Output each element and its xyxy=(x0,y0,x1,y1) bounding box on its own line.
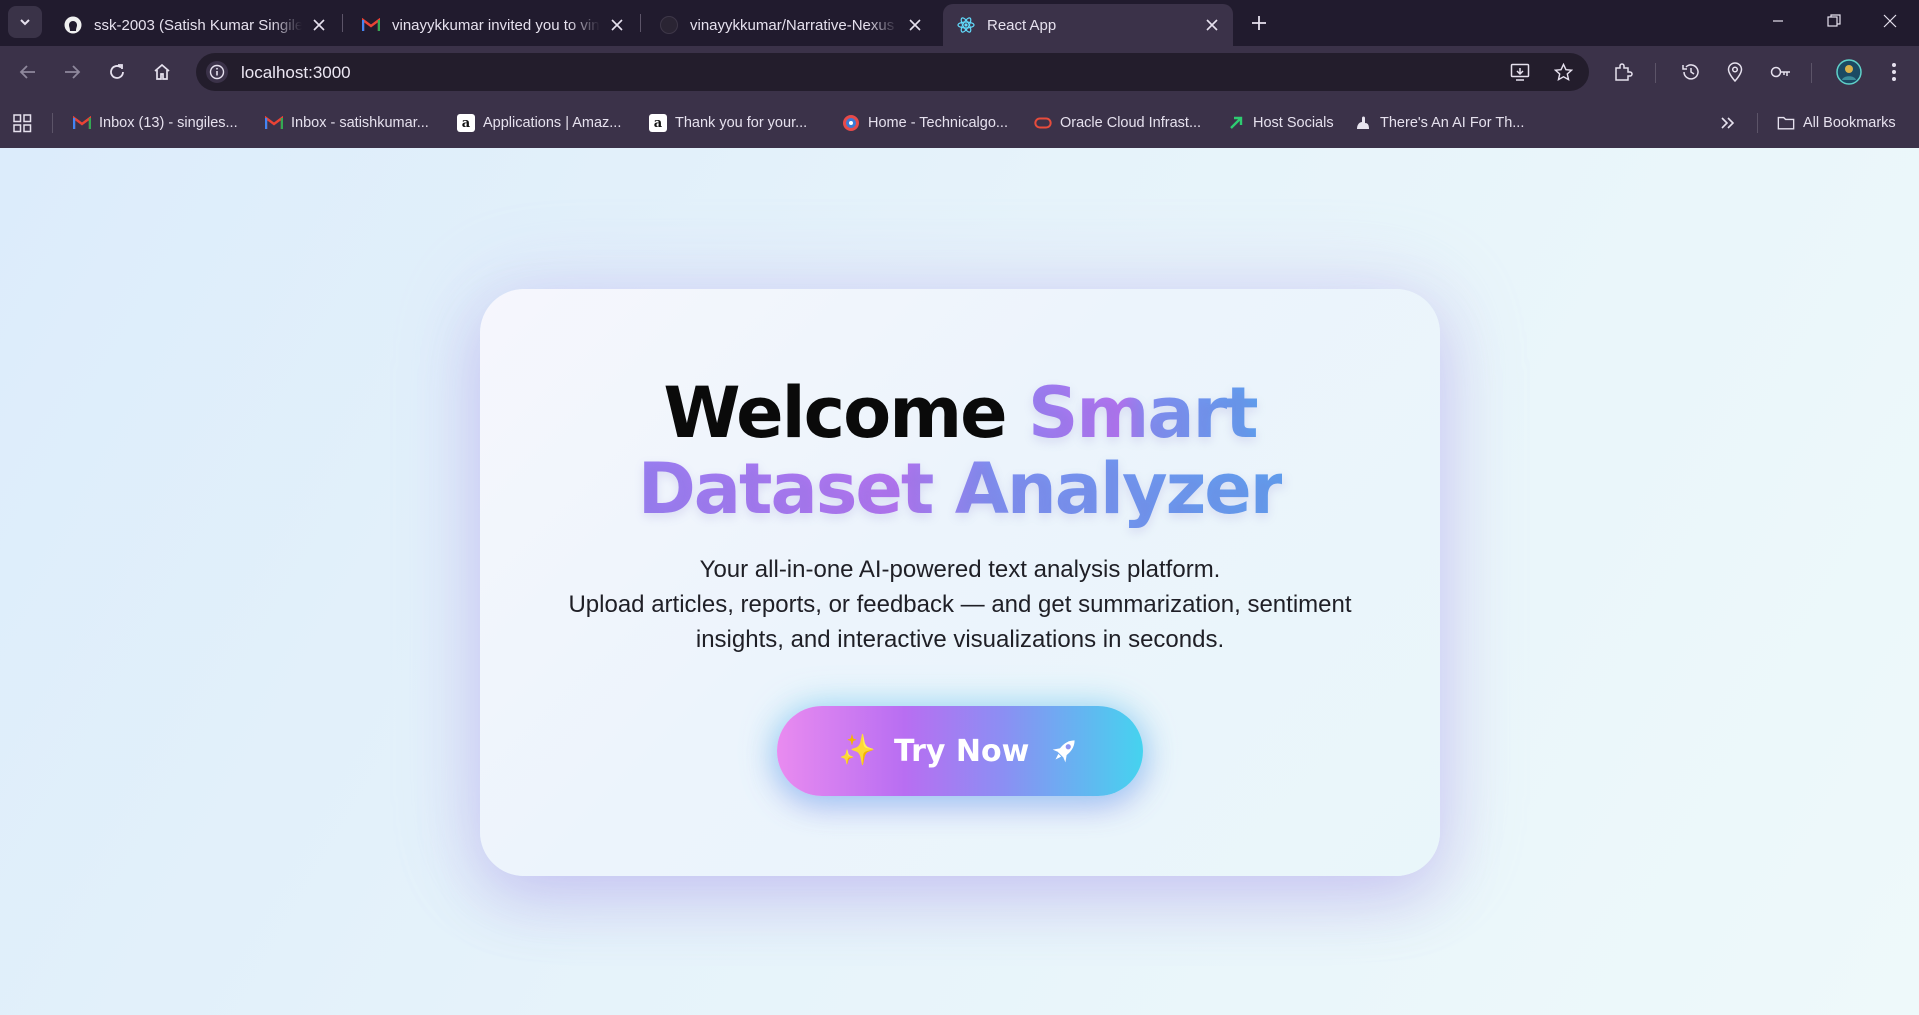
github-icon xyxy=(660,16,678,34)
gmail-icon xyxy=(265,114,283,132)
extensions-icon[interactable] xyxy=(1608,57,1638,87)
headline-smart: Smart xyxy=(1027,372,1259,454)
chevron-down-icon xyxy=(20,19,30,26)
back-button[interactable] xyxy=(13,57,43,87)
bookmark-divider xyxy=(1757,113,1758,133)
hero-headline: Welcome Smart Dataset Analyzer xyxy=(480,375,1440,527)
tab-divider xyxy=(342,14,343,32)
profile-avatar-icon[interactable] xyxy=(1834,57,1864,87)
forward-button[interactable] xyxy=(57,57,87,87)
tab-divider xyxy=(640,14,641,32)
tab-github-repo[interactable]: vinayykkumar/Narrative-Nexus xyxy=(646,4,936,46)
install-app-icon[interactable] xyxy=(1508,60,1532,84)
tab-react-app[interactable]: React App xyxy=(943,4,1233,46)
bookmark-inbox-satishkumar[interactable]: Inbox - satishkumar... xyxy=(265,111,429,135)
star-icon[interactable] xyxy=(1551,60,1575,84)
page-viewport: Welcome Smart Dataset Analyzer Your all-… xyxy=(0,148,1919,1015)
gmail-icon xyxy=(73,114,91,132)
folder-icon xyxy=(1777,114,1795,132)
technicalgo-icon xyxy=(842,114,860,132)
tab-title: React App xyxy=(987,16,1057,34)
subtitle-line-2: Upload articles, reports, or feedback — … xyxy=(568,591,1352,618)
reload-button[interactable] xyxy=(102,57,132,87)
tab-title: vinayykkumar/Narrative-Nexus xyxy=(690,16,895,34)
menu-kebab-icon[interactable] xyxy=(1879,57,1909,87)
apps-grid-button[interactable] xyxy=(13,111,32,135)
new-tab-button[interactable] xyxy=(1245,9,1273,37)
hostsocials-icon xyxy=(1227,114,1245,132)
restore-icon xyxy=(1827,14,1841,27)
close-icon[interactable] xyxy=(606,14,628,36)
password-key-icon[interactable] xyxy=(1766,57,1796,87)
bookmark-label: Oracle Cloud Infrast... xyxy=(1060,115,1202,131)
react-icon xyxy=(957,16,975,34)
bookmark-label: Thank you for your... xyxy=(675,115,808,131)
arrow-left-icon xyxy=(19,65,35,79)
try-now-button[interactable]: ✨ Try Now xyxy=(777,706,1143,796)
tab-gmail-invite[interactable]: vinayykkumar invited you to vin xyxy=(348,4,638,46)
close-icon[interactable] xyxy=(904,14,926,36)
tab-github-profile[interactable]: ssk-2003 (Satish Kumar Singiles xyxy=(50,4,340,46)
hero-subtitle: Your all-in-one AI-powered text analysis… xyxy=(520,552,1400,657)
all-bookmarks-label: All Bookmarks xyxy=(1803,115,1896,131)
tab-strip: ssk-2003 (Satish Kumar Singiles vinayykk… xyxy=(0,0,1919,46)
bookmark-technicalgo[interactable]: Home - Technicalgo... xyxy=(842,111,1008,135)
bookmark-label: Host Socials xyxy=(1253,115,1334,131)
tab-search-button[interactable] xyxy=(8,6,42,38)
gmail-icon xyxy=(362,16,380,34)
bookmark-label: Inbox - satishkumar... xyxy=(291,115,429,131)
subtitle-line-1: Your all-in-one AI-powered text analysis… xyxy=(699,556,1221,583)
location-pin-icon[interactable] xyxy=(1720,57,1750,87)
address-bar[interactable]: localhost:3000 xyxy=(196,53,1589,91)
minimize-button[interactable] xyxy=(1750,0,1806,42)
bookmark-amazon-applications[interactable]: a Applications | Amaz... xyxy=(457,111,621,135)
site-info-icon[interactable] xyxy=(206,61,228,83)
close-icon xyxy=(1883,14,1897,28)
double-chevron-right-icon xyxy=(1721,117,1735,129)
apps-grid-icon xyxy=(13,113,32,132)
arrow-right-icon xyxy=(65,65,81,79)
headline-dataset-analyzer: Dataset Analyzer xyxy=(637,448,1285,530)
bookmark-amazon-thankyou[interactable]: a Thank you for your... xyxy=(649,111,807,135)
toolbar-divider xyxy=(1655,63,1656,83)
more-bookmarks-button[interactable] xyxy=(1720,111,1736,135)
github-icon xyxy=(64,16,82,34)
sparkles-icon: ✨ xyxy=(838,734,876,767)
tab-title: ssk-2003 (Satish Kumar Singiles xyxy=(94,16,302,34)
tab-title: vinayykkumar invited you to vin xyxy=(392,16,600,34)
bookmark-host-socials[interactable]: Host Socials xyxy=(1227,111,1334,135)
minimize-icon xyxy=(1773,20,1783,22)
reload-icon xyxy=(110,64,124,79)
bookmark-label: Home - Technicalgo... xyxy=(868,115,1008,131)
bookmark-label: Inbox (13) - singiles... xyxy=(99,115,238,131)
bookmarks-bar: Inbox (13) - singiles... Inbox - satishk… xyxy=(0,98,1919,148)
amazon-icon: a xyxy=(649,114,667,132)
close-icon[interactable] xyxy=(308,14,330,36)
bookmark-label: There's An AI For Th... xyxy=(1380,115,1525,131)
oracle-icon xyxy=(1034,114,1052,132)
amazon-icon: a xyxy=(457,114,475,132)
url-text[interactable]: localhost:3000 xyxy=(241,63,351,83)
aiforthat-icon xyxy=(1354,114,1372,132)
bookmark-aiforthat[interactable]: There's An AI For Th... xyxy=(1354,111,1524,135)
home-icon xyxy=(154,63,170,80)
restore-button[interactable] xyxy=(1806,0,1862,42)
home-button[interactable] xyxy=(147,57,177,87)
plus-icon xyxy=(1252,16,1266,30)
headline-welcome: Welcome xyxy=(663,372,1007,454)
rocket-icon xyxy=(1047,734,1081,768)
subtitle-line-3: insights, and interactive visualizations… xyxy=(695,626,1225,653)
bookmark-divider xyxy=(52,113,53,133)
toolbar-divider xyxy=(1811,63,1812,83)
close-window-button[interactable] xyxy=(1862,0,1918,42)
bookmark-oracle-cloud[interactable]: Oracle Cloud Infrast... xyxy=(1034,111,1201,135)
browser-toolbar: localhost:3000 xyxy=(0,46,1919,98)
hero-card: Welcome Smart Dataset Analyzer Your all-… xyxy=(480,289,1440,876)
bookmark-label: Applications | Amaz... xyxy=(483,115,622,131)
bookmark-inbox-singiles[interactable]: Inbox (13) - singiles... xyxy=(73,111,238,135)
all-bookmarks-button[interactable]: All Bookmarks xyxy=(1777,111,1896,135)
try-now-label: Try Now xyxy=(893,733,1030,769)
close-icon[interactable] xyxy=(1201,14,1223,36)
history-icon[interactable] xyxy=(1676,57,1706,87)
